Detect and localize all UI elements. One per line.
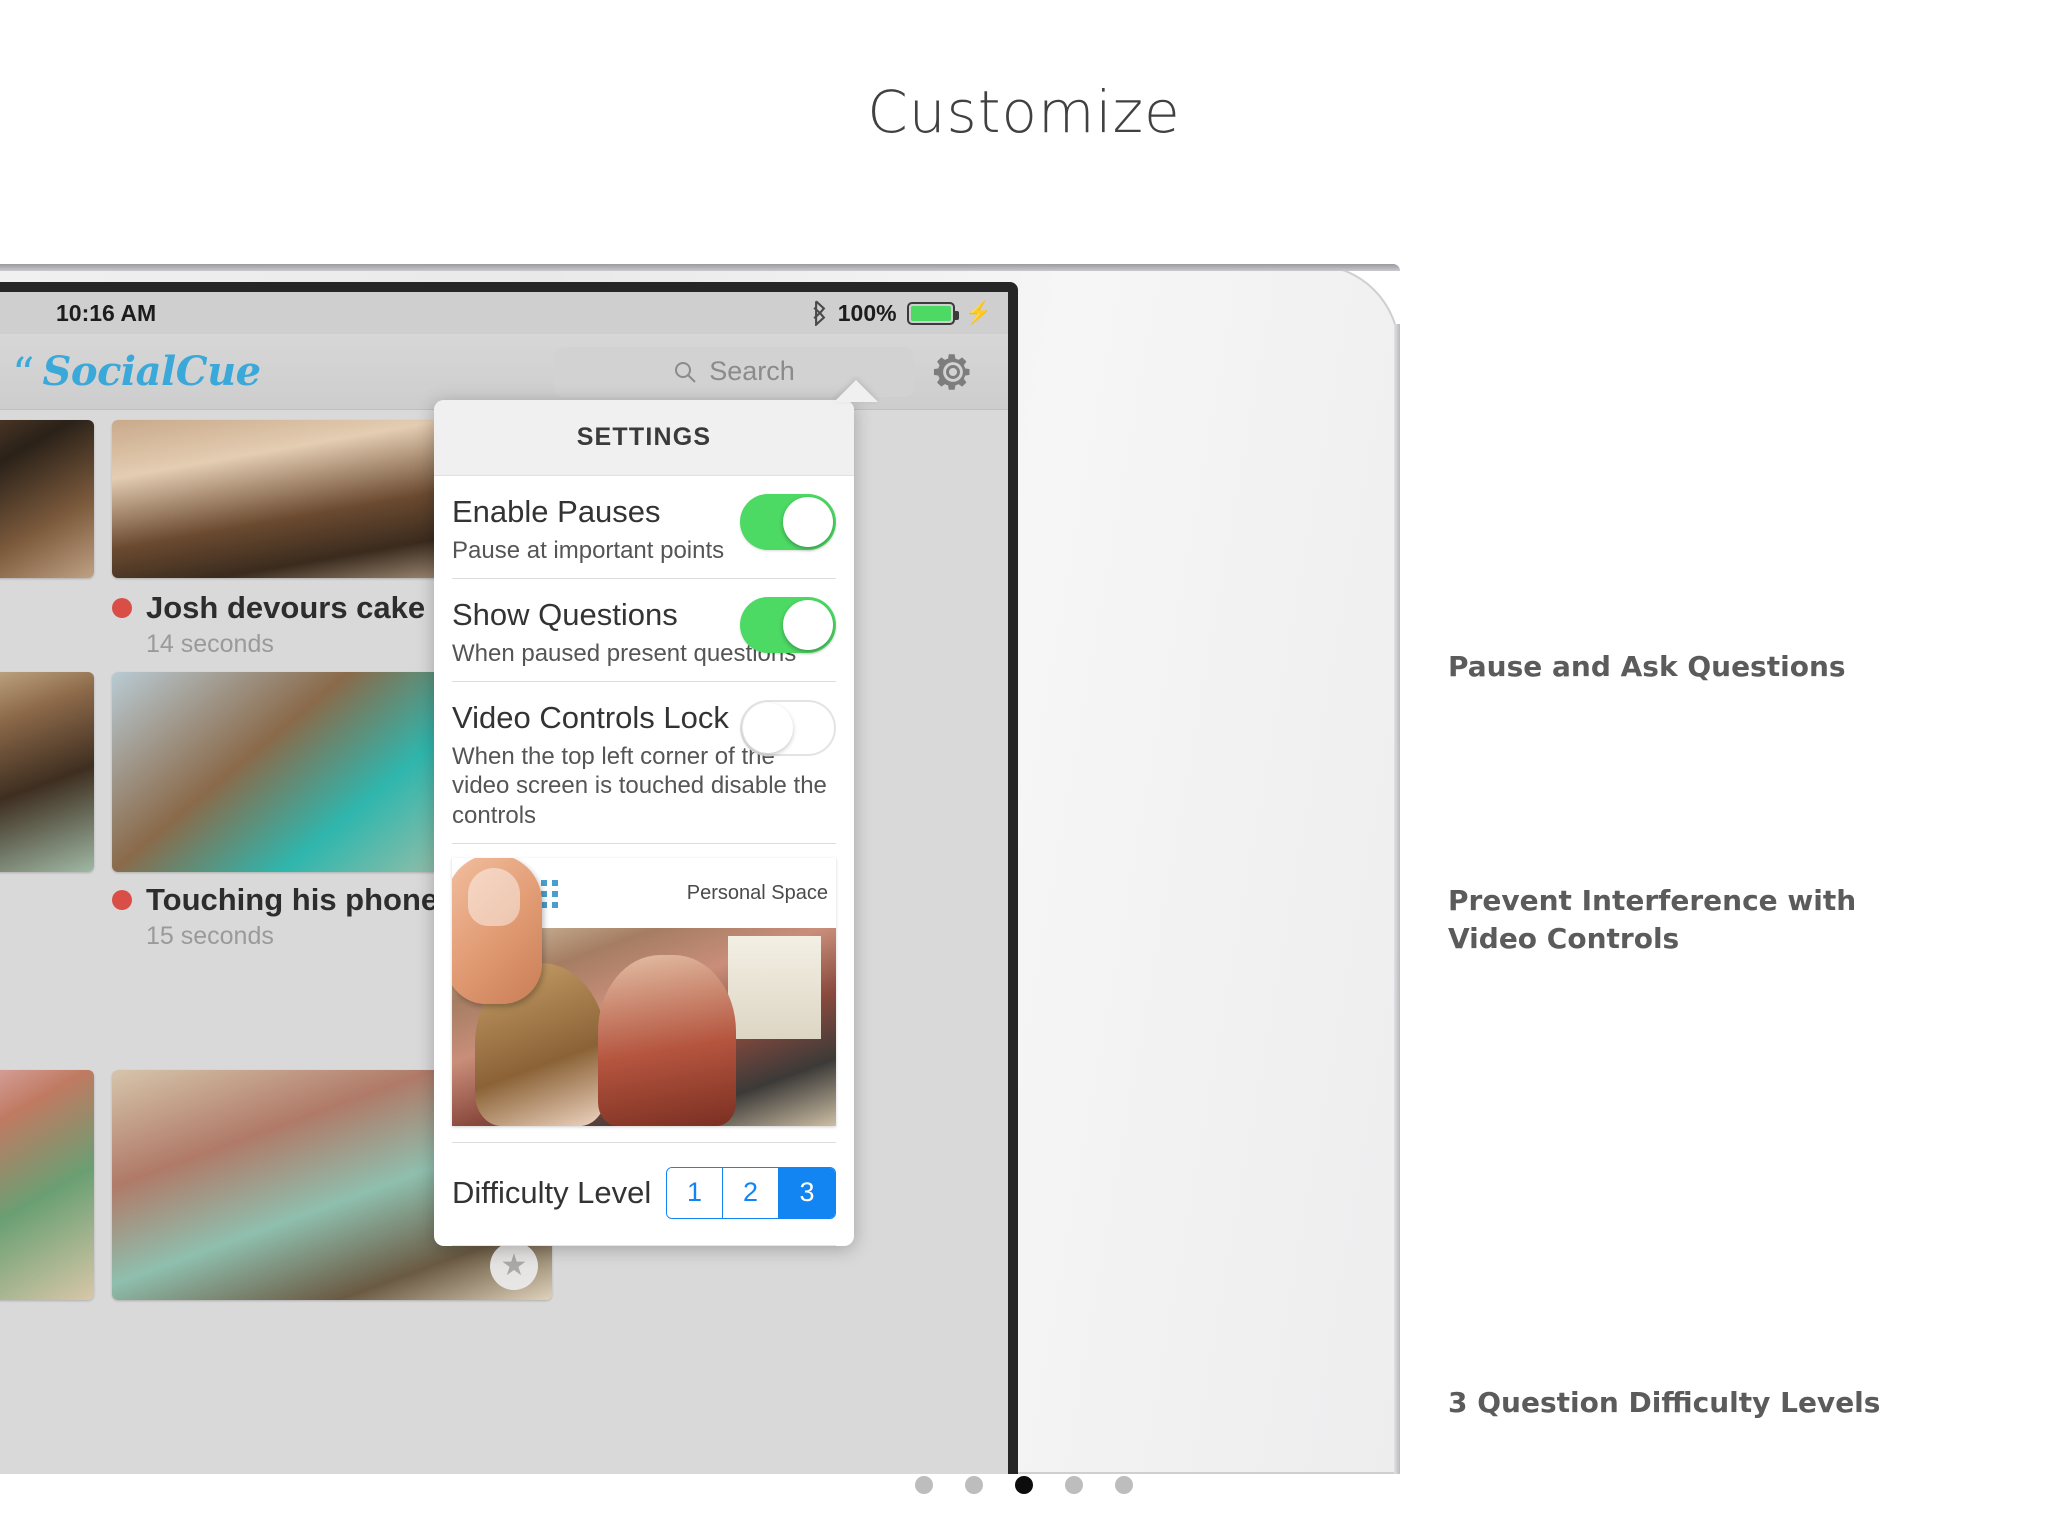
video-title: Josh devours cake (146, 590, 426, 625)
video-thumbnail[interactable]: ★ (0, 420, 94, 578)
difficulty-level-label: Difficulty Level (452, 1174, 652, 1210)
list-item[interactable]: Josh devours cake 14 seconds (112, 590, 425, 659)
video-thumbnail[interactable]: ★ (0, 1070, 94, 1300)
setting-row-show-questions[interactable]: Show Questions When paused present quest… (452, 579, 836, 682)
page-dot-active[interactable] (1015, 1476, 1033, 1494)
page-dot[interactable] (915, 1476, 933, 1494)
difficulty-option-3[interactable]: 3 (779, 1167, 835, 1218)
battery-percent: 100% (837, 299, 897, 326)
device-right-edge (1394, 324, 1400, 1474)
page-title: Customize (867, 78, 1181, 146)
difficulty-level-segmented-control[interactable]: 1 2 3 (666, 1166, 836, 1219)
search-placeholder: Search (709, 356, 795, 386)
setting-row-video-controls-lock[interactable]: Video Controls Lock When the top left co… (452, 682, 836, 844)
page-dot[interactable] (1065, 1476, 1083, 1494)
gear-icon (933, 353, 970, 390)
pagination-dots[interactable] (0, 1476, 2048, 1494)
annotation-difficulty-levels: 3 Question Difficulty Levels (1448, 1386, 1881, 1419)
status-bar: 10:16 AM 100% ⚡ (0, 292, 1008, 334)
app-logo-text: SocialCue (42, 348, 262, 395)
enable-pauses-toggle[interactable] (740, 494, 836, 550)
settings-gear-button[interactable] (930, 349, 976, 395)
status-badge (112, 890, 132, 910)
page-dot[interactable] (1115, 1476, 1133, 1494)
show-questions-toggle[interactable] (740, 596, 836, 653)
difficulty-option-2[interactable]: 2 (723, 1167, 779, 1218)
status-badge (112, 598, 132, 618)
lightning-bolt-icon: ⚡ (964, 300, 992, 325)
video-thumbnail[interactable]: ★ (0, 672, 94, 872)
video-title: Touching his phone (146, 882, 439, 917)
device-top-edge (0, 264, 1400, 271)
app-logo: “ SocialCue (12, 348, 262, 401)
bluetooth-icon (813, 300, 826, 326)
video-preview-caption: Personal Space (686, 881, 828, 904)
video-duration: 15 seconds (146, 922, 274, 950)
video-duration: 14 seconds (146, 630, 274, 658)
video-controls-preview-row: Personal Space (452, 844, 836, 1143)
search-icon (675, 361, 696, 383)
slide-canvas: Customize 10:16 AM 100% ⚡ “ SocialCue Se… (0, 0, 2048, 1536)
page-dot[interactable] (965, 1476, 983, 1494)
popover-arrow (834, 380, 878, 402)
thumb-touch-icon (452, 857, 542, 1004)
difficulty-level-row[interactable]: Difficulty Level 1 2 3 (452, 1143, 836, 1246)
list-item[interactable]: Touching his phone 15 seconds (112, 882, 438, 951)
quote-icon: “ (12, 349, 35, 401)
video-controls-lock-toggle[interactable] (740, 699, 836, 756)
screen-bezel: 10:16 AM 100% ⚡ “ SocialCue Search Josh … (0, 282, 1018, 1474)
battery-icon (906, 301, 959, 325)
video-preview[interactable]: Personal Space (452, 857, 836, 1126)
ipad-device: 10:16 AM 100% ⚡ “ SocialCue Search Josh … (0, 264, 1400, 1474)
annotation-pause-and-ask: Pause and Ask Questions (1448, 650, 1846, 683)
app-screen: 10:16 AM 100% ⚡ “ SocialCue Search Josh … (0, 292, 1008, 1474)
difficulty-option-1[interactable]: 1 (667, 1167, 723, 1218)
star-icon[interactable]: ★ (490, 1242, 538, 1290)
annotation-prevent-interference: Prevent Interference with Video Controls (1448, 884, 1857, 955)
setting-row-enable-pauses[interactable]: Enable Pauses Pause at important points (452, 476, 836, 579)
settings-popover[interactable]: SETTINGS Enable Pauses Pause at importan… (434, 400, 854, 1246)
status-time: 10:16 AM (56, 299, 157, 326)
popover-title: SETTINGS (434, 400, 854, 476)
